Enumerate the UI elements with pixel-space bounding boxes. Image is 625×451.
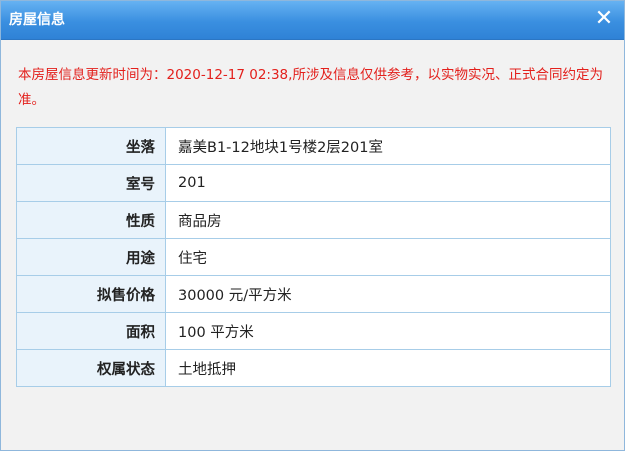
row-label-area: 面积	[16, 312, 166, 350]
table-row: 性质 商品房	[16, 201, 611, 239]
table-row: 用途 住宅	[16, 238, 611, 276]
row-label-room-number: 室号	[16, 164, 166, 202]
table-row: 拟售价格 30000 元/平方米	[16, 275, 611, 313]
row-value-area: 100 平方米	[165, 312, 611, 350]
dialog-titlebar: 房屋信息 ✕	[1, 1, 624, 40]
row-label-ownership-status: 权属状态	[16, 349, 166, 387]
row-label-usage: 用途	[16, 238, 166, 276]
table-row: 面积 100 平方米	[16, 312, 611, 350]
row-value-location: 嘉美B1-12地块1号楼2层201室	[165, 127, 611, 165]
table-row: 坐落 嘉美B1-12地块1号楼2层201室	[16, 127, 611, 165]
row-value-usage: 住宅	[165, 238, 611, 276]
row-label-price: 拟售价格	[16, 275, 166, 313]
house-info-table: 坐落 嘉美B1-12地块1号楼2层201室 室号 201 性质 商品房 用途 住…	[16, 127, 611, 387]
row-label-location: 坐落	[16, 127, 166, 165]
update-notice: 本房屋信息更新时间为：2020-12-17 02:38,所涉及信息仅供参考，以实…	[18, 67, 603, 108]
house-info-dialog: 房屋信息 ✕ 本房屋信息更新时间为：2020-12-17 02:38,所涉及信息…	[0, 0, 625, 451]
row-value-room-number: 201	[165, 164, 611, 202]
row-value-price: 30000 元/平方米	[165, 275, 611, 313]
row-label-property-type: 性质	[16, 201, 166, 239]
close-icon[interactable]: ✕	[592, 7, 616, 31]
row-value-ownership-status: 土地抵押	[165, 349, 611, 387]
table-row: 室号 201	[16, 164, 611, 202]
dialog-title: 房屋信息	[9, 12, 65, 28]
table-row: 权属状态 土地抵押	[16, 349, 611, 387]
row-value-property-type: 商品房	[165, 201, 611, 239]
